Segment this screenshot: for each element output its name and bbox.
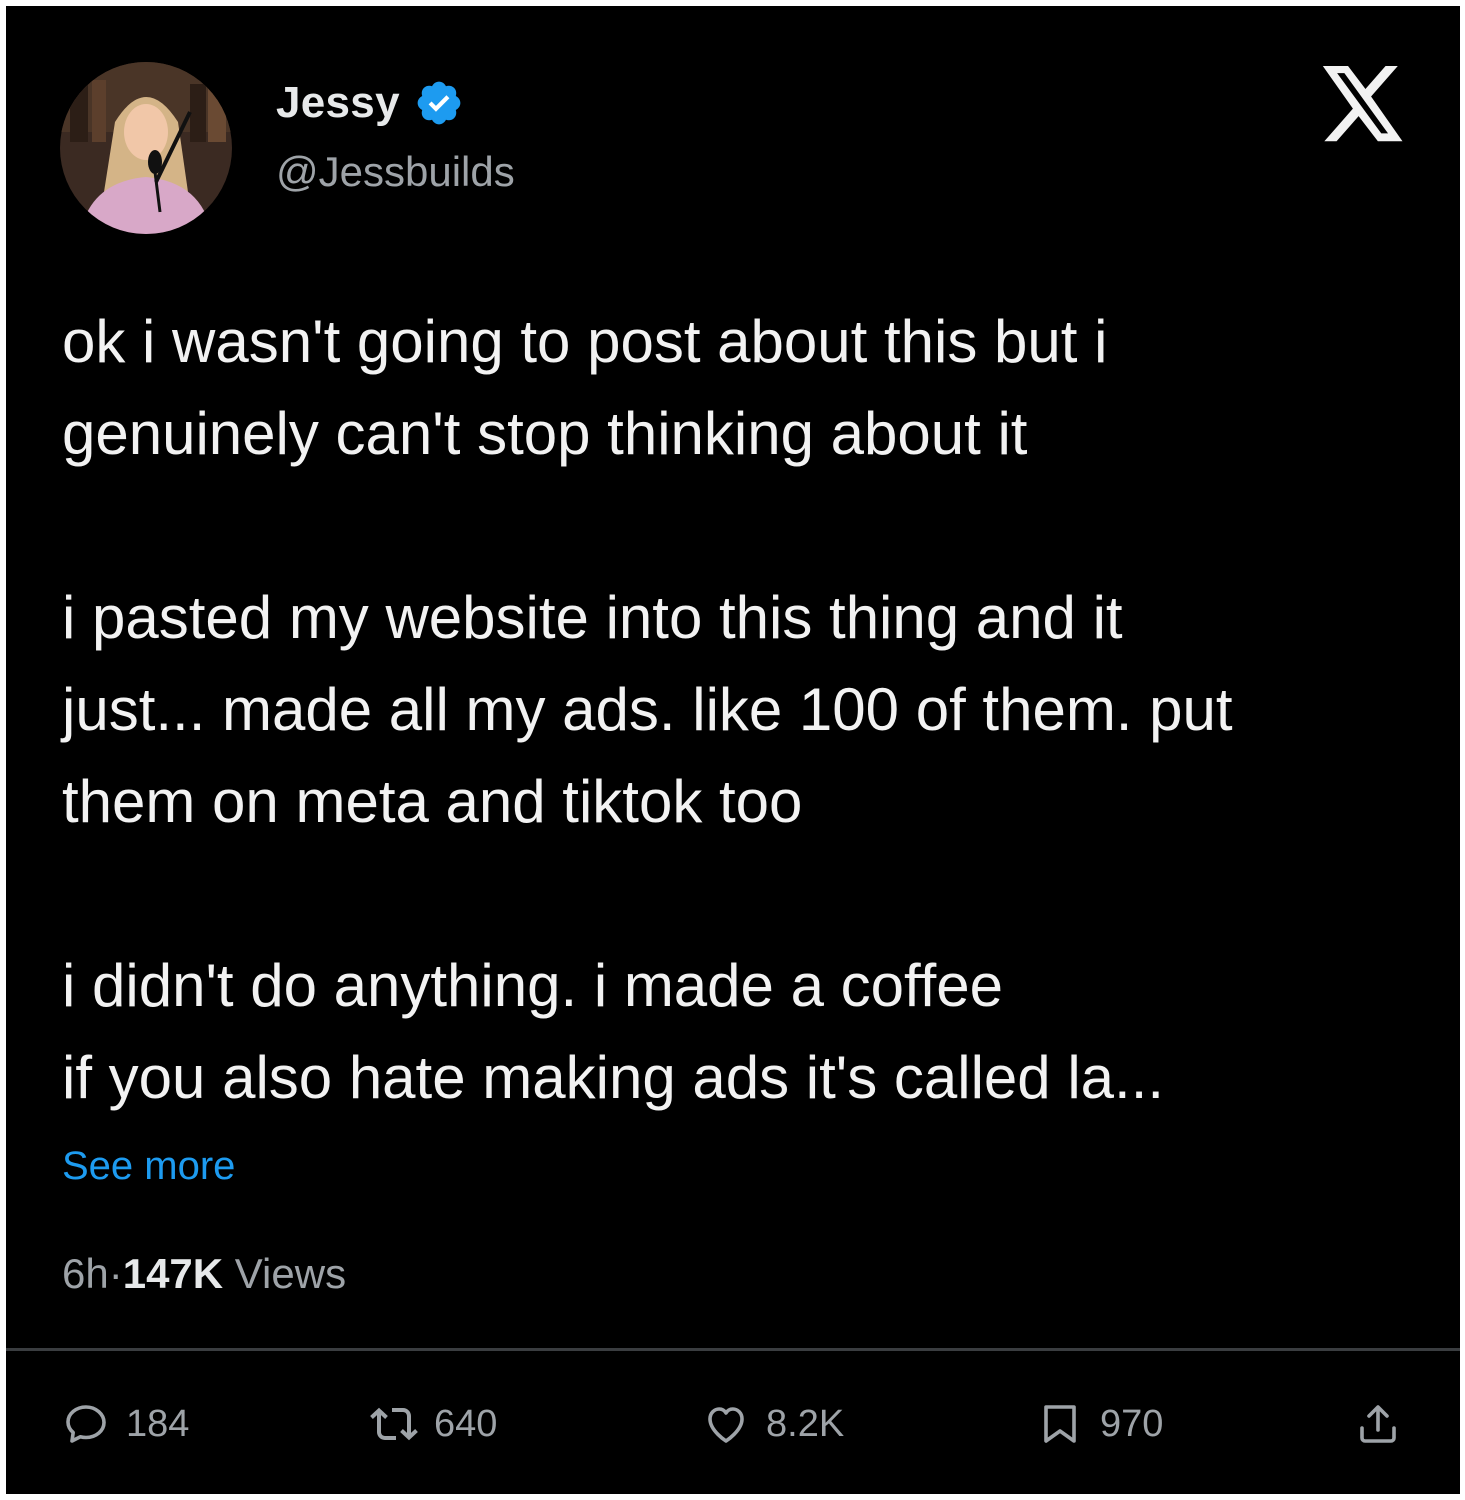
- author-display-name[interactable]: Jessy: [276, 78, 400, 128]
- share-button[interactable]: [1354, 1400, 1402, 1448]
- repost-button[interactable]: 640: [370, 1400, 497, 1448]
- see-more-link[interactable]: See more: [62, 1144, 235, 1189]
- reply-button[interactable]: 184: [62, 1400, 189, 1448]
- tweet-meta: 6h · 147K Views: [62, 1250, 346, 1298]
- bookmark-icon: [1036, 1400, 1084, 1448]
- bookmark-count: 970: [1100, 1402, 1164, 1445]
- repost-count: 640: [434, 1402, 498, 1445]
- x-logo-icon[interactable]: [1322, 66, 1406, 142]
- tweet-time[interactable]: 6h: [62, 1250, 109, 1298]
- like-count: 8.2K: [766, 1402, 845, 1445]
- author-name-row: Jessy: [276, 78, 464, 128]
- meta-separator: ·: [108, 1250, 123, 1297]
- divider: [6, 1348, 1460, 1351]
- heart-icon: [702, 1400, 750, 1448]
- repost-icon: [370, 1400, 418, 1448]
- avatar-image: [60, 62, 232, 234]
- author-handle[interactable]: @Jessbuilds: [276, 148, 515, 196]
- share-icon: [1354, 1400, 1402, 1448]
- views-label: Views: [223, 1250, 347, 1297]
- reply-icon: [62, 1400, 110, 1448]
- tweet-card: Jessy @Jessbuilds ok i wasn't going to p…: [6, 6, 1460, 1494]
- like-button[interactable]: 8.2K: [702, 1400, 844, 1448]
- bookmark-button[interactable]: 970: [1036, 1400, 1163, 1448]
- verified-badge-icon: [414, 78, 464, 128]
- views-count: 147K: [122, 1250, 224, 1297]
- tweet-text: ok i wasn't going to post about this but…: [62, 308, 1233, 1111]
- reply-count: 184: [126, 1402, 190, 1445]
- avatar[interactable]: [60, 62, 232, 234]
